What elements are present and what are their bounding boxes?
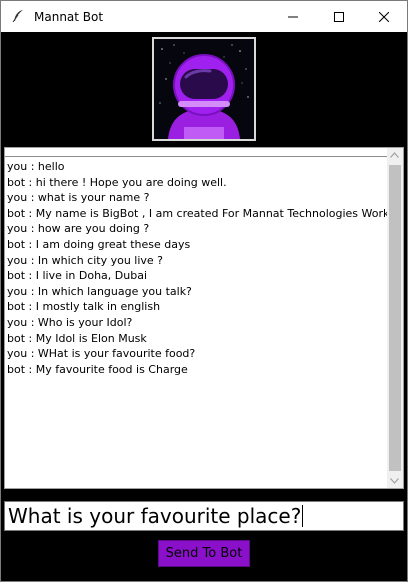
window-title: Mannat Bot bbox=[34, 10, 104, 24]
scrollbar-thumb[interactable] bbox=[389, 165, 401, 471]
chat-log[interactable]: you : hello bot : hi there ! Hope you are… bbox=[4, 147, 404, 489]
chat-message: bot : I am doing great these days bbox=[7, 237, 191, 251]
app-window: Mannat Bot you: hello bot: hi there ! … bbox=[0, 0, 408, 582]
message-input[interactable]: What is your favourite place? bbox=[4, 501, 404, 531]
scroll-up-icon[interactable] bbox=[390, 152, 399, 158]
chat-message: bot : I mostly talk in english bbox=[7, 300, 161, 314]
chat-message: you : what is your name ? bbox=[7, 191, 150, 205]
feather-icon bbox=[12, 10, 23, 23]
astronaut-icon bbox=[154, 39, 254, 139]
scroll-down-icon[interactable] bbox=[390, 478, 399, 484]
chat-message: bot : hi there ! Hope you are doing well… bbox=[7, 175, 227, 189]
chat-message: you : how are you doing ? bbox=[7, 222, 150, 236]
minimize-button[interactable] bbox=[270, 1, 315, 32]
minimize-icon bbox=[287, 16, 298, 17]
title-bar[interactable]: Mannat Bot bbox=[1, 1, 407, 32]
chat-message: you : hello bbox=[7, 160, 65, 173]
chat-message: bot : My favourite food is Charge bbox=[7, 362, 188, 376]
chat-message: you : In which city you live ? bbox=[7, 253, 164, 267]
text-caret bbox=[302, 505, 304, 527]
message-input-value: What is your favourite place? bbox=[8, 504, 302, 528]
chat-message: bot : My Idol is Elon Musk bbox=[7, 331, 147, 345]
chat-message: you : Who is your Idol? bbox=[7, 315, 133, 329]
maximize-button[interactable] bbox=[316, 1, 361, 32]
chat-message: bot : I live in Doha, Dubai bbox=[7, 269, 148, 283]
chat-scrollbar[interactable] bbox=[387, 148, 403, 488]
close-icon bbox=[378, 11, 389, 22]
chat-message: you : WHat is your favourite food? bbox=[7, 347, 196, 361]
divider bbox=[5, 156, 388, 157]
chat-message: bot : My name is BigBot , I am created F… bbox=[7, 206, 387, 220]
message-list: you : hello bot : hi there ! Hope you are… bbox=[7, 159, 387, 484]
maximize-icon bbox=[333, 11, 344, 22]
send-button[interactable]: Send To Bot bbox=[158, 540, 250, 567]
chat-message: you : In which language you talk? bbox=[7, 284, 192, 298]
bot-avatar bbox=[152, 37, 256, 141]
close-button[interactable] bbox=[361, 1, 406, 32]
